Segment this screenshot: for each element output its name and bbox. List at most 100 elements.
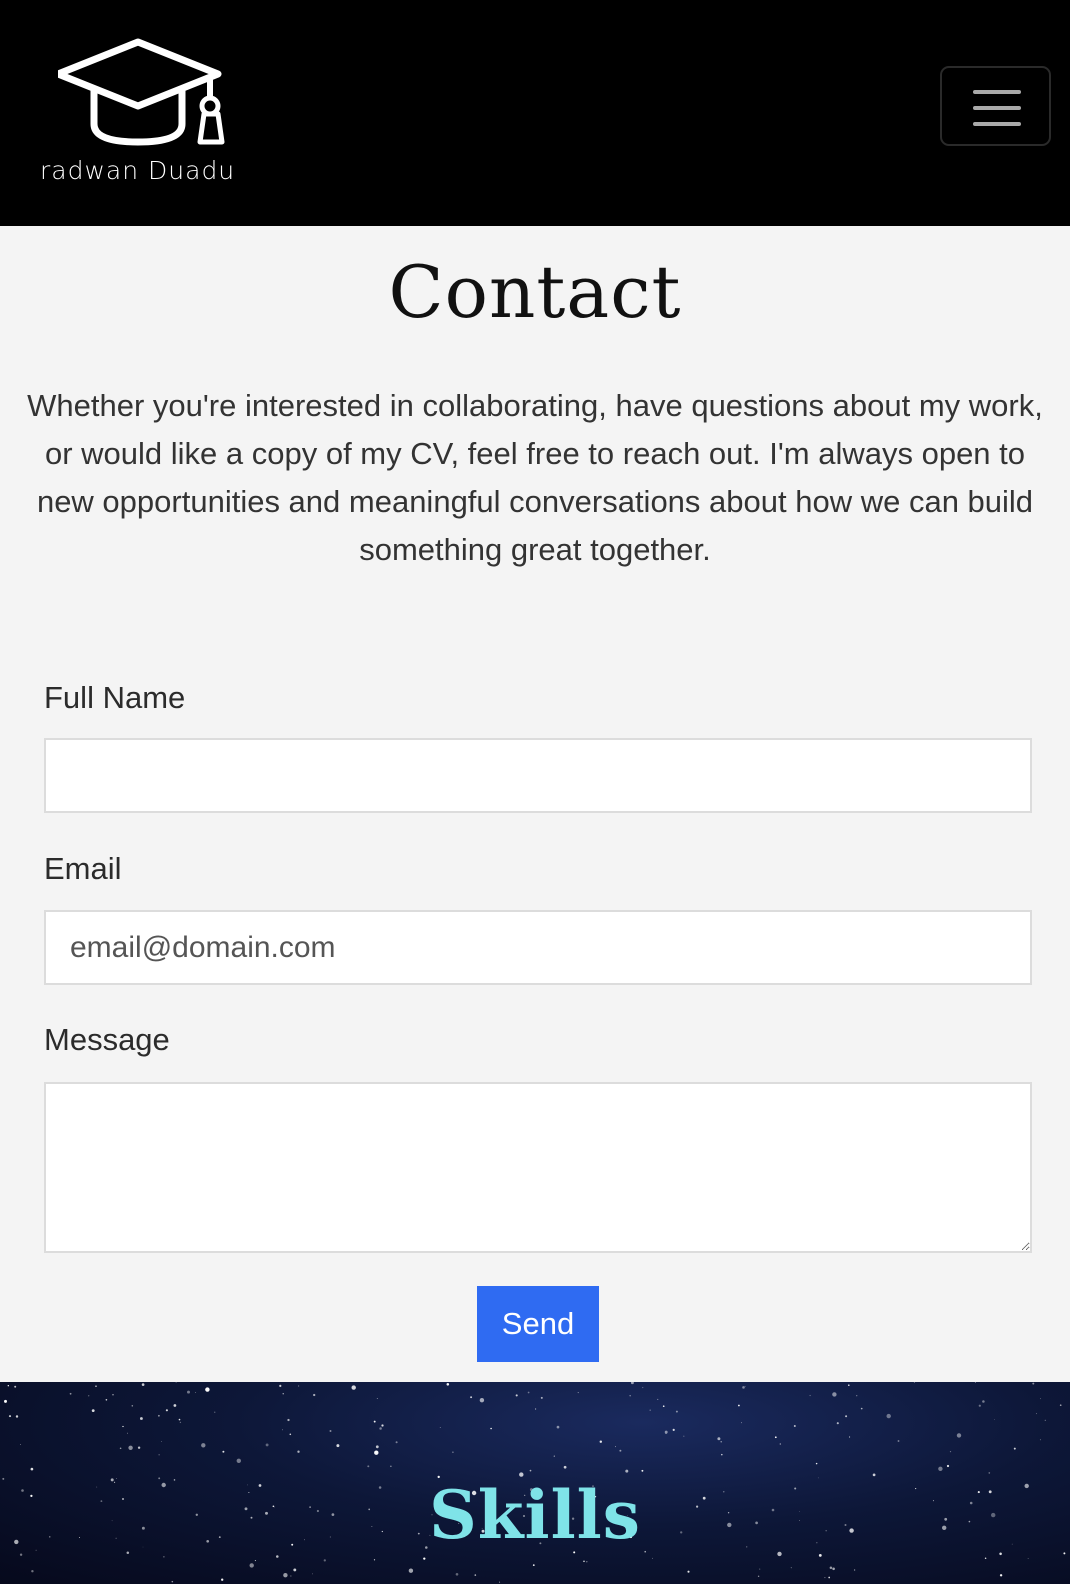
star [499, 1581, 501, 1583]
star [675, 1410, 678, 1413]
star [141, 1383, 145, 1386]
star [583, 1560, 585, 1563]
star [376, 1398, 378, 1399]
star [860, 1407, 863, 1410]
star [265, 1443, 269, 1447]
star [289, 1433, 292, 1436]
star [913, 1382, 915, 1383]
star [683, 1435, 685, 1437]
star [556, 1425, 560, 1429]
star [828, 1576, 831, 1579]
star [886, 1413, 891, 1419]
contact-title: Contact [388, 250, 682, 334]
star [625, 1469, 629, 1473]
star [408, 1568, 414, 1573]
star [282, 1393, 284, 1395]
star [373, 1559, 376, 1561]
star [532, 1564, 535, 1566]
menu-toggle-button[interactable] [940, 66, 1051, 146]
star [423, 1557, 426, 1560]
star [14, 1385, 17, 1388]
star [175, 1382, 177, 1383]
star [824, 1577, 826, 1579]
star [313, 1393, 316, 1397]
star [479, 1398, 485, 1403]
star [20, 1444, 21, 1445]
star [848, 1384, 850, 1386]
star [853, 1569, 856, 1571]
star [586, 1560, 588, 1563]
star [276, 1555, 279, 1558]
graduation-cap-icon [58, 38, 225, 146]
star [236, 1458, 241, 1463]
full-name-input[interactable] [44, 738, 1032, 813]
star [446, 1383, 450, 1386]
skills-section: Skills [0, 1382, 1070, 1584]
star [201, 1443, 206, 1448]
star [165, 1409, 168, 1412]
star [982, 1400, 985, 1403]
star [351, 1385, 356, 1390]
star [287, 1418, 290, 1422]
star [619, 1449, 622, 1452]
star [1044, 1419, 1046, 1421]
star [127, 1432, 128, 1434]
star [91, 1409, 95, 1413]
star [161, 1441, 162, 1443]
star [178, 1418, 181, 1421]
star [553, 1455, 555, 1457]
star [1013, 1447, 1016, 1450]
star [373, 1420, 376, 1423]
star [738, 1404, 740, 1407]
message-label: Message [44, 1022, 170, 1057]
star [312, 1573, 313, 1575]
brand-home-link[interactable]: radwan Duadu [40, 38, 250, 188]
star [490, 1427, 492, 1430]
star [721, 1453, 723, 1456]
star [222, 1450, 225, 1453]
star [818, 1553, 822, 1557]
message-textarea[interactable] [44, 1082, 1032, 1253]
star [474, 1574, 477, 1576]
star [69, 1392, 72, 1395]
star [599, 1440, 602, 1443]
star [672, 1428, 675, 1431]
star [452, 1451, 454, 1454]
star [131, 1405, 134, 1407]
star [687, 1570, 690, 1573]
star [836, 1422, 839, 1425]
star [744, 1385, 746, 1387]
star [849, 1436, 851, 1438]
star [629, 1395, 631, 1397]
star [988, 1472, 991, 1474]
star [105, 1398, 108, 1401]
star [4, 1399, 7, 1403]
star [949, 1451, 952, 1453]
star [1032, 1382, 1035, 1385]
star [652, 1557, 653, 1559]
star [375, 1445, 379, 1449]
star [657, 1398, 659, 1400]
star [1040, 1398, 1041, 1400]
star [897, 1440, 900, 1442]
star [720, 1441, 722, 1443]
star [390, 1465, 392, 1467]
star [1039, 1439, 1041, 1441]
star [815, 1462, 818, 1465]
star [336, 1444, 340, 1448]
star [139, 1417, 143, 1420]
star [535, 1408, 537, 1410]
star [540, 1396, 543, 1399]
star [137, 1446, 141, 1449]
full-name-label: Full Name [44, 680, 186, 715]
email-input[interactable] [44, 910, 1032, 985]
star [205, 1387, 210, 1392]
star [974, 1382, 976, 1383]
star [470, 1396, 473, 1399]
star [946, 1464, 950, 1468]
star [279, 1384, 282, 1388]
star [122, 1425, 124, 1428]
star [741, 1422, 743, 1424]
send-button[interactable]: Send [477, 1286, 599, 1362]
star [179, 1421, 182, 1424]
